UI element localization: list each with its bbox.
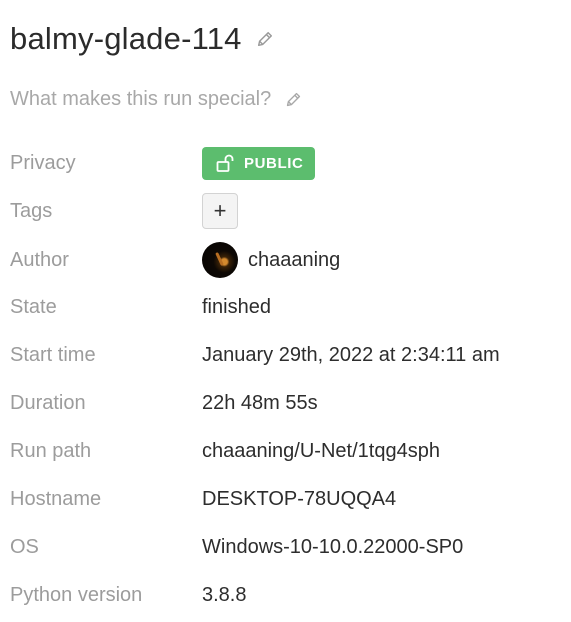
hostname-label: Hostname (10, 487, 102, 510)
tags-label: Tags (10, 199, 53, 222)
add-tag-button[interactable]: + (202, 193, 238, 229)
pencil-icon[interactable] (285, 91, 302, 108)
pencil-icon[interactable] (256, 30, 274, 48)
privacy-value: PUBLIC (202, 146, 316, 180)
hostname-row: Hostname DESKTOP-78UQQA4 (10, 482, 561, 516)
tags-value: + (202, 193, 238, 229)
state-label: State (10, 295, 57, 318)
os-row: OS Windows-10-10.0.22000-SP0 (10, 530, 561, 564)
run-path-row: Run path chaaaning/U-Net/1tqg4sph (10, 434, 561, 468)
run-path-label: Run path (10, 439, 92, 462)
description-row: What makes this run special? (10, 84, 302, 114)
duration-row: Duration 22h 48m 55s (10, 386, 561, 420)
author-name[interactable]: chaaaning (248, 249, 340, 272)
start-time-value: January 29th, 2022 at 2:34:11 am (202, 343, 500, 366)
title-row: balmy-glade-114 (10, 18, 274, 60)
state-row: State finished (10, 290, 561, 324)
privacy-badge[interactable]: PUBLIC (202, 146, 316, 180)
privacy-row: Privacy PUBLIC (10, 146, 561, 180)
start-time-label: Start time (10, 343, 96, 366)
hostname-value: DESKTOP-78UQQA4 (202, 487, 397, 510)
privacy-badge-text: PUBLIC (244, 154, 304, 172)
start-time-row: Start time January 29th, 2022 at 2:34:11… (10, 338, 561, 372)
python-version-value: 3.8.8 (202, 583, 247, 606)
avatar[interactable] (202, 242, 238, 278)
python-version-row: Python version 3.8.8 (10, 578, 561, 612)
unlock-icon (216, 154, 234, 172)
run-description[interactable]: What makes this run special? (10, 88, 271, 111)
python-version-label: Python version (10, 583, 143, 606)
os-value: Windows-10-10.0.22000-SP0 (202, 535, 464, 558)
run-path-value[interactable]: chaaaning/U-Net/1tqg4sph (202, 440, 440, 463)
os-label: OS (10, 535, 39, 558)
run-name[interactable]: balmy-glade-114 (10, 21, 242, 57)
author-row: Author chaaaning (10, 242, 561, 278)
privacy-label: Privacy (10, 151, 76, 174)
author-label: Author (10, 248, 69, 271)
author-value: chaaaning (202, 242, 340, 278)
tags-row: Tags + (10, 193, 561, 229)
duration-value: 22h 48m 55s (202, 391, 318, 414)
duration-label: Duration (10, 391, 86, 414)
state-value: finished (202, 295, 271, 318)
